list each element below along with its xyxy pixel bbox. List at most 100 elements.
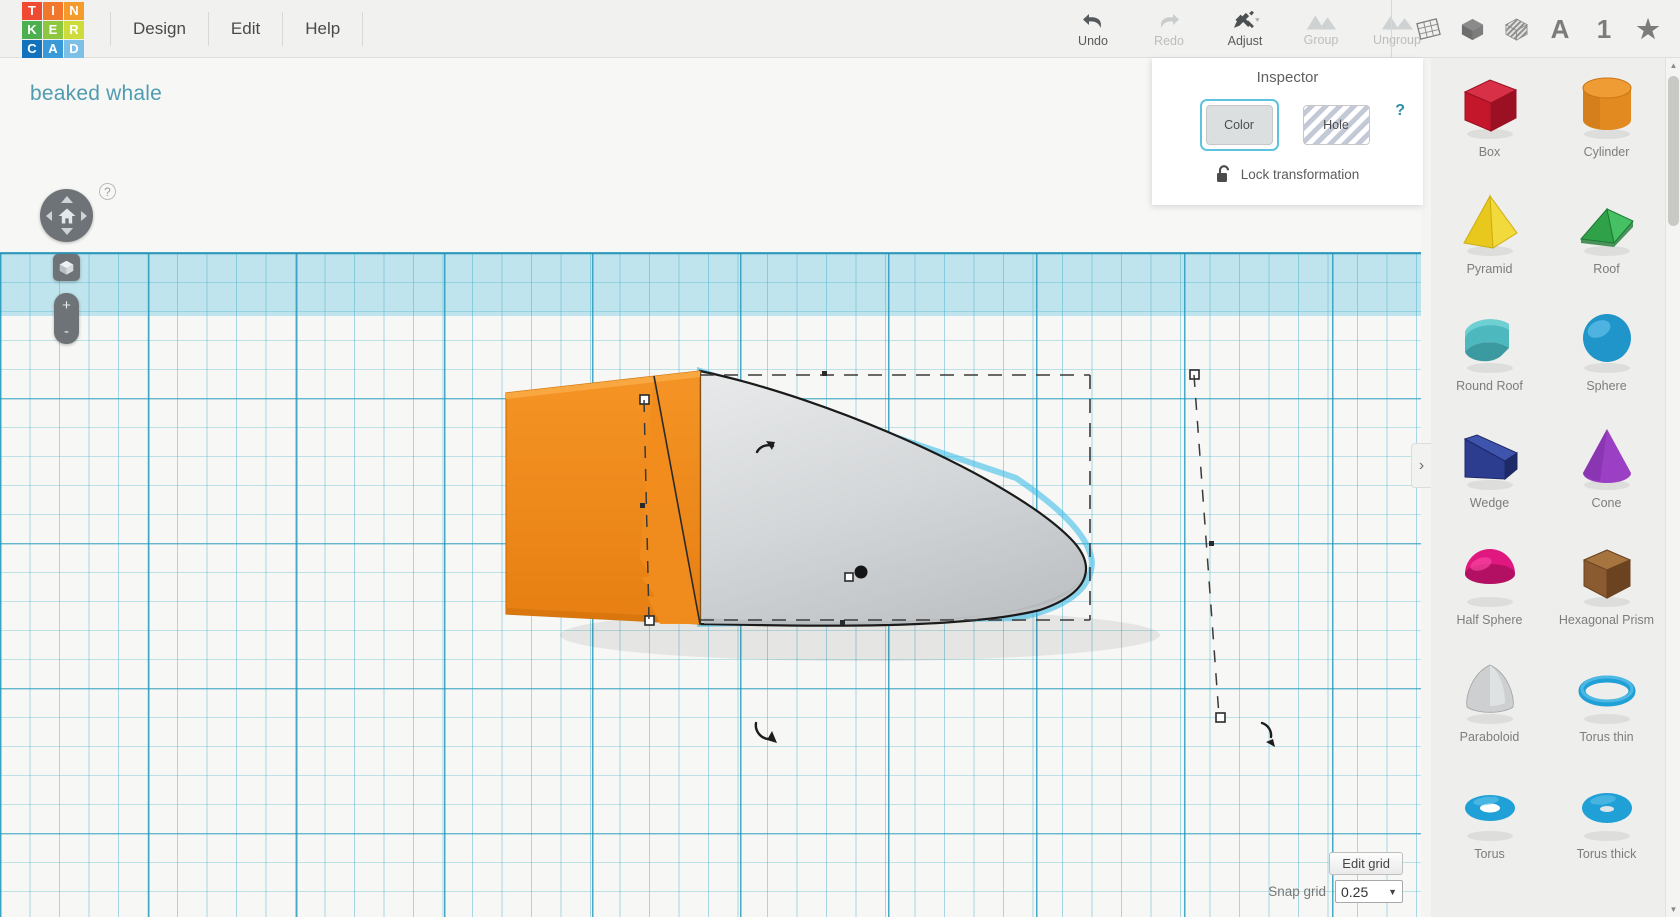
edit-grid-button[interactable]: Edit grid	[1329, 852, 1403, 875]
fit-view-button[interactable]	[53, 254, 80, 281]
torusthin-thumbnail	[1570, 655, 1644, 727]
shape-item-torusthick[interactable]: Torus thick	[1548, 766, 1665, 883]
shape-item-cone[interactable]: Cone	[1548, 415, 1665, 532]
undo-arrow-icon	[1083, 14, 1101, 28]
color-swatch-wrapper[interactable]: Color	[1199, 99, 1279, 151]
logo-tile-d: D	[64, 39, 84, 58]
top-bar: TINKERCAD Design Edit Help Undo Redo Adj…	[0, 0, 1680, 58]
zoom-out-button[interactable]: -	[54, 319, 79, 345]
resize-handle-bottom-right[interactable]	[1215, 712, 1226, 723]
adjust-button[interactable]: Adjust	[1207, 0, 1283, 58]
logo-tile-a: A	[43, 39, 63, 58]
shape-item-torusthin[interactable]: Torus thin	[1548, 649, 1665, 766]
color-swatch-button[interactable]: Color	[1205, 105, 1273, 145]
height-handle-knob[interactable]	[854, 565, 868, 579]
shape-label: Cone	[1591, 496, 1622, 510]
collapse-shapes-panel-button[interactable]: ›	[1411, 443, 1431, 488]
workplane-icon[interactable]	[1406, 7, 1450, 51]
logo-tile-e: E	[43, 20, 63, 39]
roundroof-thumbnail	[1453, 304, 1527, 376]
shapes-panel: Box Cylinder Pyramid Roof Round Roof Sphere We…	[1431, 58, 1680, 917]
logo-tile-c: C	[22, 39, 42, 58]
main-menu: Design Edit Help	[110, 0, 364, 58]
torusthick-shape-icon	[1581, 793, 1632, 841]
menu-item-edit[interactable]: Edit	[209, 11, 284, 46]
paraboloid-shape-icon	[1465, 664, 1514, 724]
shape-item-halfsphere[interactable]: Half Sphere	[1431, 532, 1548, 649]
scroll-up-arrow-icon[interactable]: ▲	[1666, 58, 1680, 73]
redo-arrow-icon	[1161, 14, 1179, 28]
shape-item-cylinder[interactable]: Cylinder	[1548, 64, 1665, 181]
menu-item-help[interactable]: Help	[283, 11, 364, 46]
inspector-swatch-row: Color Hole	[1152, 99, 1423, 151]
shape-item-torus[interactable]: Torus	[1431, 766, 1548, 883]
roof-thumbnail	[1570, 187, 1644, 259]
hexprism-thumbnail	[1570, 538, 1644, 610]
project-title[interactable]: beaked whale	[30, 82, 162, 106]
shape-item-roundroof[interactable]: Round Roof	[1431, 298, 1548, 415]
hole-box-icon[interactable]	[1494, 7, 1538, 51]
adjust-tools-icon	[1234, 10, 1260, 29]
fit-view-cube-icon	[59, 260, 74, 275]
shape-item-hexprism[interactable]: Hexagonal Prism	[1548, 532, 1665, 649]
zoom-in-button[interactable]: +	[54, 293, 79, 319]
logo-tile-r: R	[64, 20, 84, 39]
hole-swatch-button[interactable]: Hole	[1302, 105, 1370, 145]
favorites-star-icon[interactable]: ★	[1626, 7, 1670, 51]
view-toolbar: A 1 ★	[1391, 0, 1670, 58]
shape-label: Box	[1478, 145, 1501, 159]
home-icon[interactable]	[57, 207, 76, 224]
paraboloid-shape[interactable]	[698, 369, 1088, 627]
logo-tile-n: N	[64, 1, 84, 20]
midpoint-handle-bottom[interactable]	[840, 620, 845, 625]
snap-grid-label: Snap grid	[1268, 884, 1326, 899]
snap-grid-select[interactable]: 0.25 ▼	[1335, 880, 1403, 903]
shape-item-box[interactable]: Box	[1431, 64, 1548, 181]
menu-item-design[interactable]: Design	[110, 11, 209, 46]
scroll-down-arrow-icon[interactable]: ▼	[1666, 902, 1680, 917]
shape-item-sphere[interactable]: Sphere	[1548, 298, 1665, 415]
shape-item-wedge[interactable]: Wedge	[1431, 415, 1548, 532]
redo-button[interactable]: Redo	[1131, 0, 1207, 58]
halfsphere-shape-icon	[1464, 549, 1515, 607]
shape-item-pyramid[interactable]: Pyramid	[1431, 181, 1548, 298]
box-thumbnail	[1453, 70, 1527, 142]
hexprism-shape-icon	[1582, 549, 1631, 607]
nav-left-arrow-icon[interactable]	[46, 210, 52, 221]
canvas-help-icon[interactable]: ?	[99, 183, 116, 200]
undo-button[interactable]: Undo	[1055, 0, 1131, 58]
scrollbar-thumb[interactable]	[1668, 76, 1679, 226]
torusthick-thumbnail	[1570, 772, 1644, 844]
inspector-title: Inspector	[1256, 69, 1319, 86]
solid-box-icon[interactable]	[1450, 7, 1494, 51]
snap-grid-value: 0.25	[1341, 883, 1369, 900]
box-shape[interactable]	[505, 370, 701, 625]
height-handle-base[interactable]	[844, 572, 854, 582]
nav-right-arrow-icon[interactable]	[81, 210, 87, 221]
midpoint-handle-right[interactable]	[1209, 541, 1214, 546]
rotate-handle-bottom	[754, 721, 770, 741]
shapes-scrollbar[interactable]: ▲ ▼	[1665, 58, 1680, 917]
view-navigation-pad[interactable]	[40, 189, 93, 242]
midpoint-handle-left[interactable]	[640, 503, 645, 508]
text-tool-icon[interactable]: A	[1538, 7, 1582, 51]
cone-thumbnail	[1570, 421, 1644, 493]
shape-label: Hexagonal Prism	[1558, 613, 1655, 627]
shape-item-paraboloid[interactable]: Paraboloid	[1431, 649, 1548, 766]
lock-transformation-label: Lock transformation	[1240, 167, 1360, 182]
tinkercad-logo[interactable]: TIN KER CAD	[22, 1, 84, 58]
nav-down-arrow-icon[interactable]	[60, 228, 73, 235]
group-button[interactable]: Group	[1283, 0, 1359, 58]
edit-toolbar: Undo Redo Adjust Group Ungroup	[1055, 0, 1435, 58]
shape-label: Pyramid	[1466, 262, 1513, 276]
number-tool-icon[interactable]: 1	[1582, 7, 1626, 51]
inspector-panel: Inspector ? Color Hole Lock transformati…	[1152, 58, 1423, 205]
shape-label: Cylinder	[1583, 145, 1630, 159]
hole-swatch-wrapper[interactable]: Hole	[1297, 99, 1376, 151]
nav-up-arrow-icon[interactable]	[60, 196, 73, 203]
cylinder-thumbnail	[1570, 70, 1644, 142]
inspector-help-icon[interactable]: ?	[1395, 102, 1405, 120]
shape-item-roof[interactable]: Roof	[1548, 181, 1665, 298]
lock-transformation-row[interactable]: Lock transformation	[1152, 165, 1423, 184]
midpoint-handle-top[interactable]	[822, 371, 827, 376]
